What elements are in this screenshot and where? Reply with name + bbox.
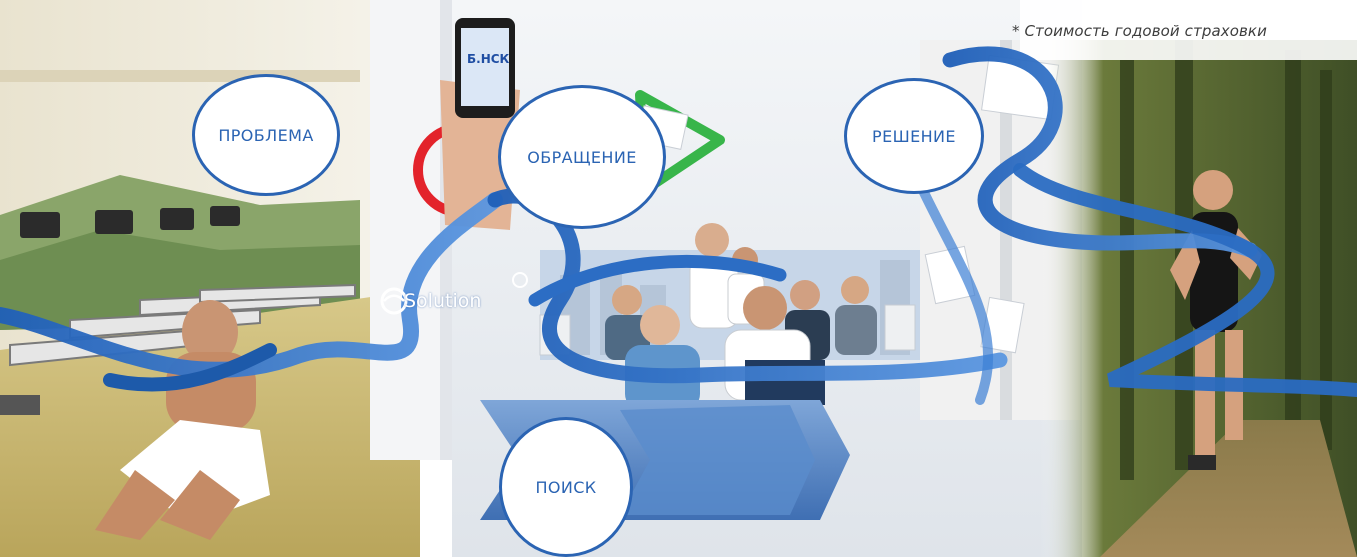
solution-logo-text: Solution bbox=[404, 290, 482, 312]
step-search-label: ПОИСК bbox=[535, 477, 597, 497]
step-solution[interactable]: РЕШЕНИЕ bbox=[844, 78, 984, 194]
step-request-label: ОБРАЩЕНИЕ bbox=[527, 147, 637, 167]
step-problem[interactable]: ПРОБЛЕМА bbox=[192, 74, 340, 196]
gym-area bbox=[0, 0, 420, 557]
step-request[interactable]: ОБРАЩЕНИЕ bbox=[498, 85, 666, 229]
forest-area bbox=[1040, 40, 1357, 557]
scene-illustration bbox=[0, 0, 1357, 557]
step-search[interactable]: ПОИСК bbox=[499, 417, 633, 557]
step-solution-label: РЕШЕНИЕ bbox=[872, 126, 956, 146]
step-problem-label: ПРОБЛЕМА bbox=[218, 125, 314, 145]
banner: Б.НСК Solution * Стоимость годовой страх… bbox=[0, 0, 1357, 557]
insurance-cost-footnote: * Стоимость годовой страховки bbox=[1012, 22, 1267, 40]
phone-screen-brand: Б.НСК bbox=[467, 52, 510, 66]
